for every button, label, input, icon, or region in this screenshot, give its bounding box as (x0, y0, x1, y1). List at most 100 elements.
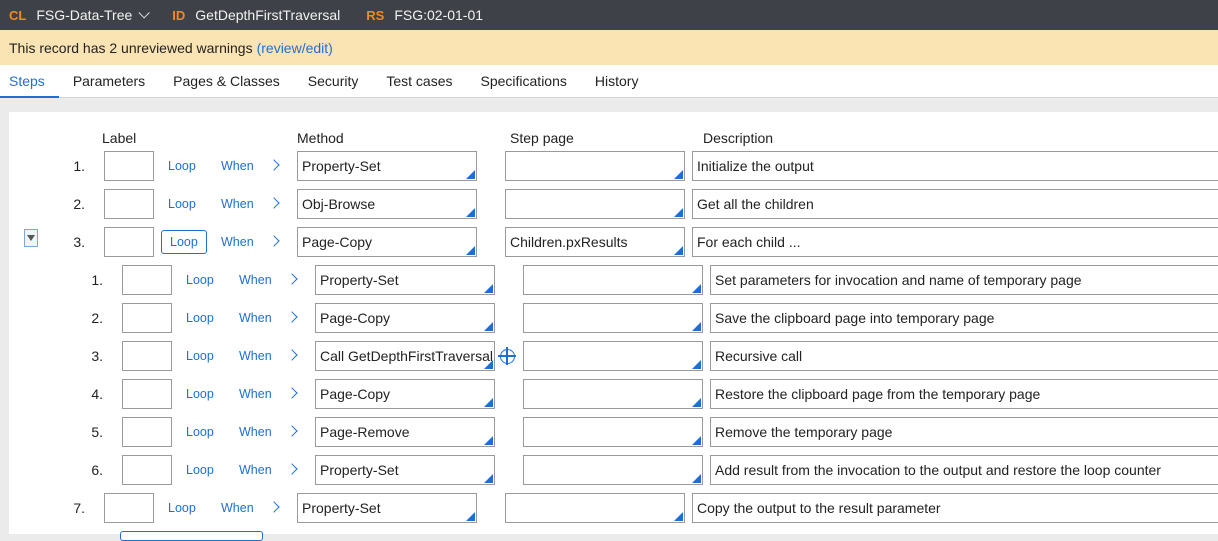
description-field[interactable]: Save the clipboard page into temporary p… (710, 303, 1218, 333)
method-field[interactable]: Property-Set (315, 265, 495, 295)
tab-test-cases[interactable]: Test cases (372, 65, 466, 98)
method-field[interactable]: Page-Copy (315, 379, 495, 409)
collapse-toggle-icon[interactable] (24, 229, 38, 247)
loop-link[interactable]: Loop (186, 349, 214, 363)
loop-link[interactable]: Loop (168, 159, 196, 173)
description-field[interactable]: Remove the temporary page (710, 417, 1218, 447)
step-page-field[interactable] (523, 417, 703, 447)
step-label-input[interactable] (122, 303, 172, 333)
loop-link[interactable]: Loop (186, 463, 214, 477)
method-field[interactable]: Page-Copy (315, 303, 495, 333)
step-number: 2. (73, 196, 85, 212)
description-field[interactable]: Set parameters for invocation and name o… (710, 265, 1218, 295)
step-page-field[interactable] (505, 189, 685, 219)
step-label-input[interactable] (122, 265, 172, 295)
loop-button[interactable]: Loop (161, 230, 207, 254)
loop-link[interactable]: Loop (168, 197, 196, 211)
loop-link[interactable]: Loop (186, 311, 214, 325)
chevron-right-icon[interactable] (286, 463, 298, 475)
step-label-input[interactable] (104, 151, 154, 181)
loop-link[interactable]: Loop (186, 387, 214, 401)
chevron-right-icon[interactable] (286, 425, 298, 437)
chevron-right-icon[interactable] (268, 159, 280, 171)
description-field[interactable]: Initialize the output (692, 151, 1218, 181)
method-field[interactable]: Page-Remove (315, 417, 495, 447)
description-field[interactable]: For each child ... (692, 227, 1218, 257)
step-label-input[interactable] (104, 227, 154, 257)
tab-parameters[interactable]: Parameters (59, 65, 159, 98)
step-row: 1. Loop When Property-Set Initialize the… (0, 151, 1218, 181)
method-field[interactable]: Property-Set (297, 151, 477, 181)
review-edit-link[interactable]: (review/edit) (257, 40, 333, 56)
when-link[interactable]: When (221, 501, 254, 515)
chevron-right-icon[interactable] (268, 197, 280, 209)
method-field[interactable]: Obj-Browse (297, 189, 477, 219)
step-label-input[interactable] (122, 455, 172, 485)
step-row: 2. Loop When Obj-Browse Get all the chil… (0, 189, 1218, 219)
description-field[interactable]: Restore the clipboard page from the temp… (710, 379, 1218, 409)
step-label-input[interactable] (122, 417, 172, 447)
step-number: 4. (91, 386, 103, 402)
step-page-field[interactable]: Children.pxResults (505, 227, 685, 257)
when-link[interactable]: When (239, 425, 272, 439)
chevron-down-icon[interactable] (138, 7, 151, 19)
tab-security[interactable]: Security (294, 65, 373, 98)
substep-row: 1. Loop When Property-Set Set parameters… (0, 265, 1218, 295)
method-field[interactable]: Property-Set (297, 493, 477, 523)
step-number: 6. (91, 462, 103, 478)
chevron-right-icon[interactable] (286, 311, 298, 323)
when-link[interactable]: When (239, 349, 272, 363)
when-link[interactable]: When (221, 159, 254, 173)
description-field[interactable]: Copy the output to the result parameter (692, 493, 1218, 523)
method-field[interactable]: Call GetDepthFirstTraversal (315, 341, 495, 371)
step-page-field[interactable] (523, 455, 703, 485)
method-field[interactable]: Page-Copy (297, 227, 477, 257)
step-label-input[interactable] (104, 493, 154, 523)
substep-row: 3. Loop When Call GetDepthFirstTraversal… (0, 341, 1218, 371)
chevron-right-icon[interactable] (286, 349, 298, 361)
crosshair-target-icon[interactable] (498, 347, 516, 365)
step-number: 5. (91, 424, 103, 440)
step-label-input[interactable] (104, 189, 154, 219)
when-link[interactable]: When (239, 463, 272, 477)
when-link[interactable]: When (239, 387, 272, 401)
tab-pages-classes[interactable]: Pages & Classes (159, 65, 294, 98)
step-page-field[interactable] (523, 265, 703, 295)
loop-link[interactable]: Loop (168, 501, 196, 515)
ruleset-key: RS (366, 7, 385, 23)
substep-row: 2. Loop When Page-Copy Save the clipboar… (0, 303, 1218, 333)
loop-link[interactable]: Loop (186, 273, 214, 287)
add-step-button[interactable] (120, 531, 263, 541)
tab-bar: Steps Parameters Pages & Classes Securit… (0, 65, 1218, 98)
step-number: 3. (73, 234, 85, 250)
step-page-field[interactable] (523, 303, 703, 333)
description-field[interactable]: Get all the children (692, 189, 1218, 219)
step-label-input[interactable] (122, 341, 172, 371)
when-link[interactable]: When (221, 235, 254, 249)
method-field[interactable]: Property-Set (315, 455, 495, 485)
step-page-field[interactable] (505, 151, 685, 181)
substep-row: 4. Loop When Page-Copy Restore the clipb… (0, 379, 1218, 409)
description-field[interactable]: Recursive call (710, 341, 1218, 371)
chevron-right-icon[interactable] (286, 273, 298, 285)
loop-link[interactable]: Loop (186, 425, 214, 439)
tab-specifications[interactable]: Specifications (467, 65, 581, 98)
step-page-field[interactable] (505, 493, 685, 523)
when-link[interactable]: When (239, 311, 272, 325)
step-row: 7. Loop When Property-Set Copy the outpu… (0, 493, 1218, 523)
step-label-input[interactable] (122, 379, 172, 409)
class-name[interactable]: FSG-Data-Tree (36, 7, 132, 23)
tab-history[interactable]: History (581, 65, 653, 98)
step-page-field[interactable] (523, 341, 703, 371)
warning-text: This record has 2 unreviewed warnings (9, 39, 253, 56)
description-field[interactable]: Add result from the invocation to the ou… (710, 455, 1218, 485)
chevron-right-icon[interactable] (286, 387, 298, 399)
step-page-field[interactable] (523, 379, 703, 409)
chevron-right-icon[interactable] (268, 501, 280, 513)
when-link[interactable]: When (221, 197, 254, 211)
step-number: 3. (91, 348, 103, 364)
chevron-right-icon[interactable] (268, 235, 280, 247)
when-link[interactable]: When (239, 273, 272, 287)
tab-steps[interactable]: Steps (0, 65, 59, 98)
step-number: 2. (91, 310, 103, 326)
